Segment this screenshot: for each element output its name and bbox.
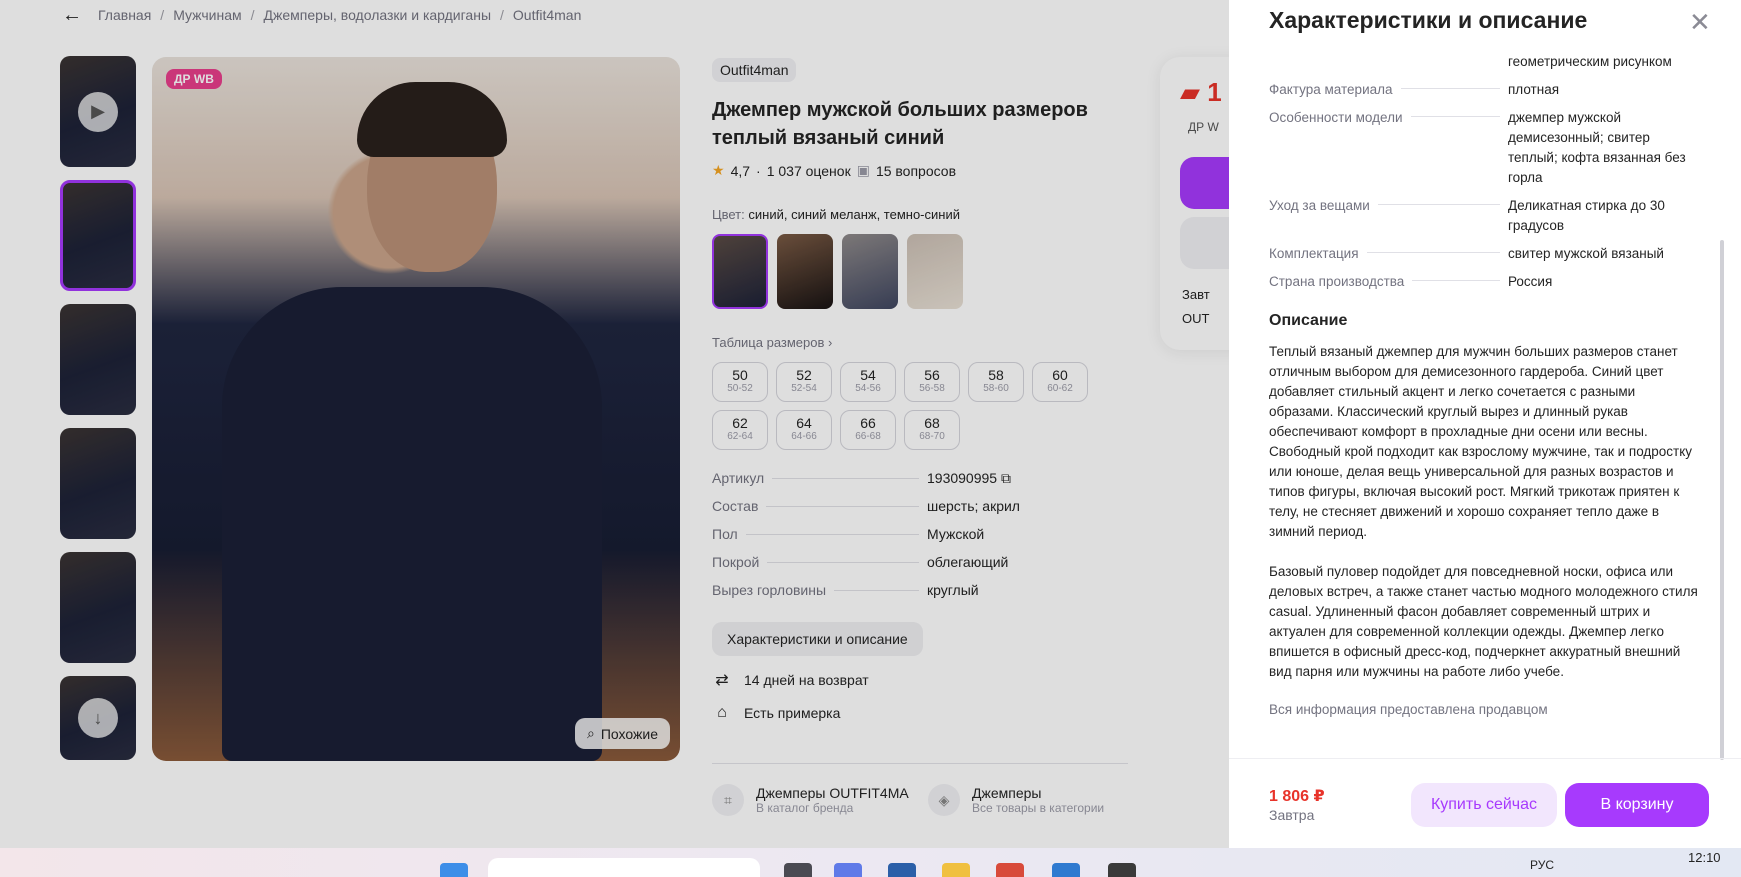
task-view-icon[interactable]: [784, 863, 812, 877]
modal-backdrop[interactable]: [0, 0, 1229, 848]
clock[interactable]: 12:10: [1688, 850, 1721, 865]
drawer-spec-row: Уход за вещами Деликатная стирка до 30 гр…: [1269, 196, 1701, 236]
chrome-icon[interactable]: [996, 863, 1024, 877]
spec-key: Особенности модели: [1269, 110, 1403, 125]
description-paragraph: Теплый вязаный джемпер для мужчин больши…: [1269, 344, 1693, 539]
console-icon[interactable]: [1108, 863, 1136, 877]
description-paragraph: Базовый пуловер подойдет для повседневно…: [1269, 564, 1698, 679]
drawer-title: Характеристики и описание: [1269, 7, 1588, 33]
windows-start-icon[interactable]: [440, 863, 468, 877]
buy-now-button[interactable]: Купить сейчас: [1411, 783, 1557, 827]
copilot-icon[interactable]: [834, 863, 862, 877]
spec-key: Комплектация: [1269, 246, 1359, 261]
footer-price: 1 806 ₽: [1269, 788, 1325, 805]
characteristics-drawer: Характеристики и описание ✕ геометрическ…: [1229, 0, 1741, 848]
drawer-spec-row: геометрическим рисунком: [1269, 52, 1701, 72]
seller-note: Вся информация предоставлена продавцом: [1269, 702, 1548, 717]
drawer-spec-row: Фактура материала плотная: [1269, 80, 1701, 100]
spec-value: плотная: [1508, 82, 1560, 97]
close-icon[interactable]: ✕: [1689, 9, 1711, 35]
spec-value: Деликатная стирка до 30 градусов: [1508, 198, 1665, 233]
taskbar-search-box[interactable]: [488, 858, 760, 877]
spec-leader: [1400, 88, 1500, 89]
spec-value: свитер мужской вязаный: [1508, 246, 1664, 261]
spec-leader: [1377, 204, 1500, 205]
spec-key: Уход за вещами: [1269, 198, 1370, 213]
terminal-icon[interactable]: [1052, 863, 1080, 877]
spec-leader: [1410, 116, 1500, 117]
spec-key: Страна производства: [1269, 274, 1405, 289]
drawer-footer: 1 806 ₽ Завтра Купить сейчас В корзину: [1229, 758, 1741, 848]
drawer-spec-row: Особенности модели джемпер мужской демисе…: [1269, 108, 1701, 188]
taskbar: РУС 12:10: [0, 848, 1741, 877]
spec-value: Россия: [1508, 274, 1553, 289]
spec-leader: [1412, 280, 1500, 281]
store-icon[interactable]: [888, 863, 916, 877]
spec-value: джемпер мужской демисезонный; свитер теп…: [1508, 110, 1686, 185]
footer-delivery: Завтра: [1269, 807, 1315, 823]
language-indicator[interactable]: РУС: [1530, 858, 1554, 872]
spec-key: Фактура материала: [1269, 82, 1393, 97]
drawer-content[interactable]: геометрическим рисунком Фактура материал…: [1269, 52, 1701, 752]
folder-icon[interactable]: [942, 863, 970, 877]
description-heading: Описание: [1269, 312, 1348, 329]
scrollbar[interactable]: [1720, 240, 1724, 760]
add-to-cart-button[interactable]: В корзину: [1565, 783, 1709, 827]
spec-value: геометрическим рисунком: [1508, 54, 1672, 69]
spec-leader: [1366, 252, 1500, 253]
drawer-spec-row: Страна производства Россия: [1269, 272, 1701, 292]
drawer-spec-row: Комплектация свитер мужской вязаный: [1269, 244, 1701, 264]
